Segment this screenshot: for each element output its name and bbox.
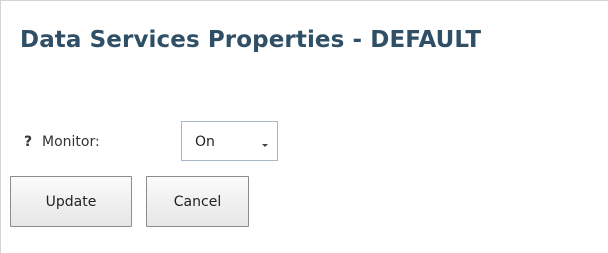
monitor-label: Monitor:: [42, 134, 100, 150]
help-icon[interactable]: ?: [24, 134, 32, 150]
top-border: [0, 0, 608, 1]
monitor-select[interactable]: On: [181, 121, 278, 161]
monitor-select-value: On: [195, 134, 215, 150]
cancel-button[interactable]: Cancel: [146, 176, 249, 227]
page-title: Data Services Properties - DEFAULT: [20, 27, 482, 53]
chevron-down-icon: [262, 144, 268, 147]
left-border: [0, 0, 1, 253]
update-button[interactable]: Update: [10, 176, 132, 227]
